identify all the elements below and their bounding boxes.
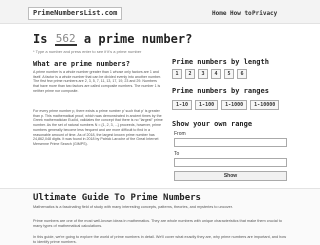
length-button-3[interactable]: 3 (198, 69, 208, 79)
by-length-heading: Prime numbers by length (172, 58, 269, 66)
from-label: From (174, 131, 186, 137)
length-button-5[interactable]: 5 (224, 69, 234, 79)
length-button-1[interactable]: 1 (172, 69, 182, 79)
range-button-1-10[interactable]: 1-10 (172, 100, 193, 110)
length-button-2[interactable]: 2 (185, 69, 195, 79)
largest-prime-paragraph: For every prime number p, there exists a… (33, 109, 163, 146)
range-button-1-10000[interactable]: 1-10000 (250, 100, 280, 110)
by-ranges-heading: Prime numbers by ranges (172, 87, 269, 95)
top-bar: PrimeNumbersList.com Home How to Privacy (0, 0, 320, 24)
input-hint: * Type a number and press enter to see i… (33, 49, 142, 54)
length-button-4[interactable]: 4 (211, 69, 221, 79)
nav-how-to-link[interactable]: How to (230, 10, 252, 17)
nav-privacy-link[interactable]: Privacy (252, 10, 277, 17)
number-input[interactable]: 562 (54, 32, 77, 46)
range-button-1-100[interactable]: 1-100 (195, 100, 219, 110)
hero-question: Is 562 a prime number? (33, 32, 192, 46)
guide-paragraph-2: Prime numbers are one of the most well-k… (33, 219, 282, 228)
own-range-heading: Show your own range (172, 120, 253, 128)
guide-paragraph-1: Mathematics is a fascinating field of st… (33, 205, 233, 209)
hero-suffix: a prime number? (83, 32, 193, 46)
to-input[interactable] (174, 158, 287, 167)
length-button-group: 1 2 3 4 5 6 (172, 69, 247, 79)
from-input[interactable] (174, 138, 287, 147)
nav-home-link[interactable]: Home (212, 10, 226, 17)
range-button-group: 1-10 1-100 1-1000 1-10000 (172, 100, 280, 110)
to-label: To (174, 151, 180, 157)
intro-paragraph: A prime number is a whole number greater… (33, 70, 162, 93)
show-range-button[interactable]: Show (174, 171, 287, 181)
hero-prefix: Is (33, 32, 48, 46)
range-button-1-1000[interactable]: 1-1000 (221, 100, 248, 110)
length-button-6[interactable]: 6 (237, 69, 247, 79)
guide-heading: Ultimate Guide To Prime Numbers (33, 193, 201, 203)
guide-paragraph-3: In this guide, we're going to explore th… (33, 235, 287, 244)
what-are-primes-heading: What are prime numbers? (33, 60, 130, 68)
site-logo[interactable]: PrimeNumbersList.com (28, 7, 123, 20)
